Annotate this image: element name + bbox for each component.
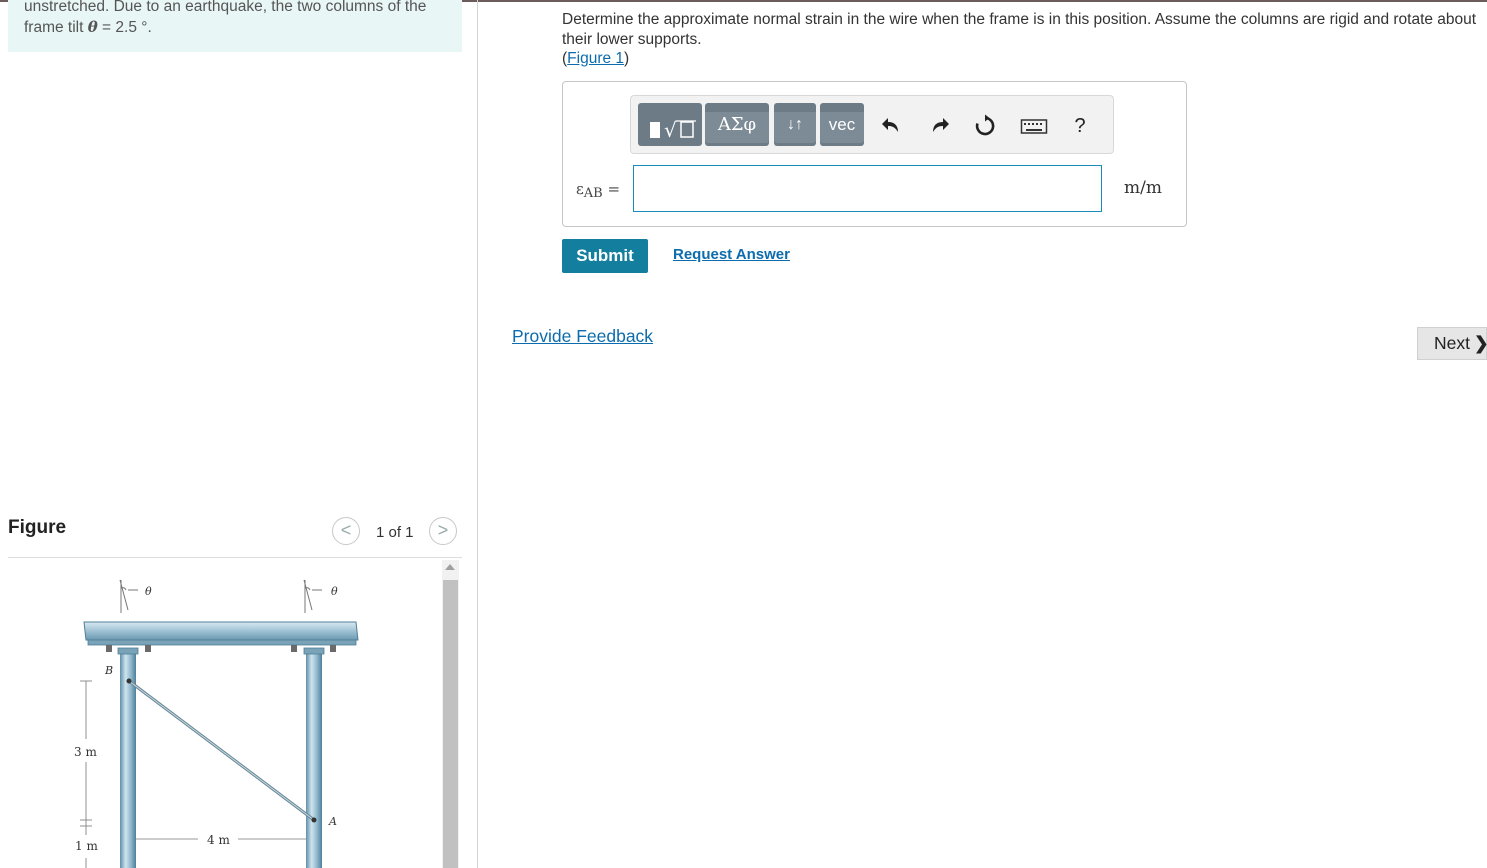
figure-reference: (Figure 1) [562,50,629,68]
submit-button[interactable]: Submit [562,239,648,273]
chevron-left-icon: < [340,520,352,540]
point-b-label: B [104,664,113,677]
theta-indicator-right [303,579,322,613]
problem-text-part: unstretched. Due to an earthquake, the t… [24,0,427,36]
beam-flange [87,639,357,646]
answer-unit: m/m [1124,178,1162,198]
epsilon-subscript: AB [583,186,603,201]
problem-statement-box: unstretched. Due to an earthquake, the t… [8,0,462,52]
undo-icon[interactable] [880,114,904,138]
equals-sign: = [602,180,621,198]
theta-label-left: θ [145,585,152,598]
arrows-label: ↓↑ [787,116,803,133]
question-text: Determine the approximate normal strain … [562,11,1477,48]
figure-pager: < 1 of 1 > [332,517,462,547]
point-b-pin [126,678,132,684]
reset-icon[interactable] [973,114,997,138]
left-pane: unstretched. Due to an earthquake, the t… [0,0,478,868]
templates-button[interactable]: √ [638,103,702,146]
fraction-sqrt-icon: √ [650,118,696,142]
redo-icon[interactable] [927,114,951,138]
pane-divider [477,0,478,868]
answer-label: εAB = [576,180,620,201]
figure-1-link[interactable]: Figure 1 [567,50,624,67]
figure-title: Figure [8,517,67,538]
dimension-3m-label: 3 m [74,745,97,759]
figure-paren-close: ) [624,50,630,67]
arrows-button[interactable]: ↓↑ [774,103,816,146]
problem-statement: unstretched. Due to an earthquake, the t… [24,0,454,38]
figure-scrollbar-thumb[interactable] [443,580,458,868]
next-button[interactable]: Next❯ [1417,327,1487,360]
beam-bolts [106,645,336,652]
theta-label-right: θ [331,585,338,598]
greek-label: ΑΣφ [717,114,757,135]
frame-diagram: θ θ B A 3 m 1 m 4 m [74,579,359,868]
dimension-4m-label: 4 m [207,833,230,847]
problem-text-part: = 2.5 °. [97,19,152,36]
next-label: Next [1434,333,1470,353]
theta-indicator-left [119,579,138,613]
greek-symbols-button[interactable]: ΑΣφ [705,103,769,146]
vec-label: vec [828,115,856,134]
keyboard-icon[interactable] [1020,114,1048,138]
wire-ab-highlight [128,680,315,821]
top-beam [83,621,359,641]
math-toolbar: √ ΑΣφ ↓↑ vec ? [630,95,1114,154]
right-column-cap [303,647,325,655]
point-a-pin [311,817,317,823]
prev-figure-button[interactable]: < [332,517,360,545]
left-column-cap [117,647,139,655]
figure-page-indicator: 1 of 1 [376,524,414,541]
chevron-right-icon: ❯ [1474,333,1487,353]
help-icon[interactable]: ? [1068,114,1092,138]
theta-symbol: θ [87,18,98,36]
point-a-label: A [328,815,337,828]
svg-text:√: √ [664,118,677,142]
scroll-up-arrow-icon[interactable] [445,564,455,570]
next-figure-button[interactable]: > [429,517,457,545]
request-answer-link[interactable]: Request Answer [673,246,790,263]
provide-feedback-link[interactable]: Provide Feedback [512,326,653,347]
chevron-right-icon: > [437,520,449,540]
right-column [306,648,322,868]
dimension-1m-label: 1 m [75,839,98,853]
dimension-lines [80,680,306,868]
epsilon-symbol: ε [576,180,584,198]
vector-button[interactable]: vec [820,103,864,146]
answer-input[interactable] [633,165,1102,212]
